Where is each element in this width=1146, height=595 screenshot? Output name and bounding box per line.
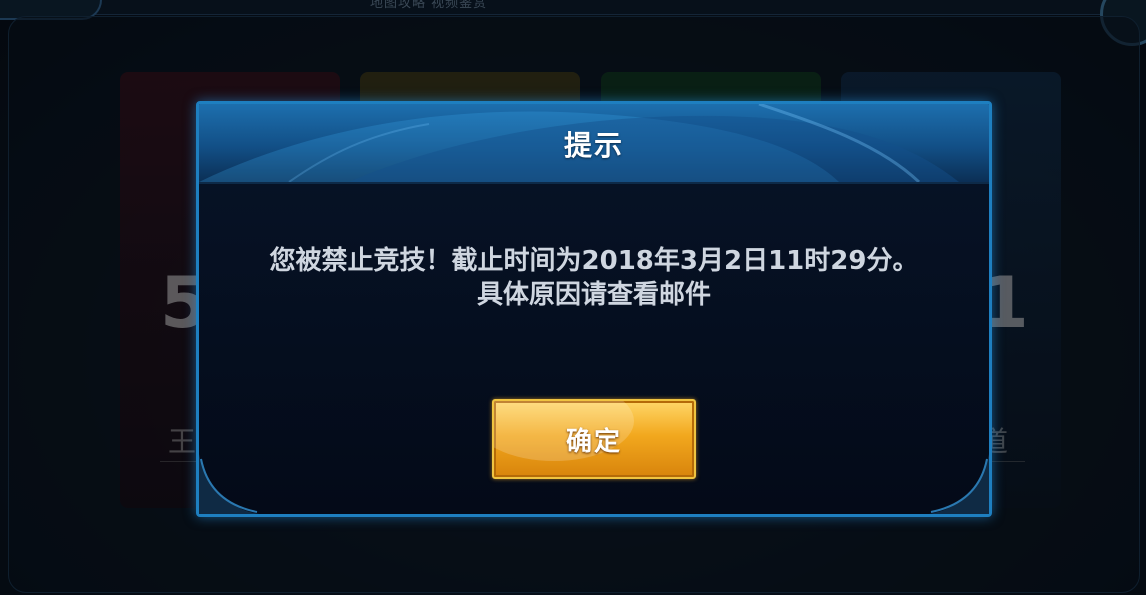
confirm-button[interactable]: 确定 [492, 399, 696, 479]
dialog-header: 提示 [199, 104, 989, 182]
ban-message-line-2: 具体原因请查看邮件 [476, 280, 711, 310]
confirm-button-label: 确定 [565, 427, 622, 457]
ban-message: 您被禁止竞技！截止时间为2018年3月2日11时29分。 具体原因请查看邮件 [199, 244, 989, 312]
ban-message-line-1: 您被禁止竞技！截止时间为2018年3月2日11时29分。 [269, 246, 919, 276]
ban-notice-dialog: 提示 您被禁止竞技！截止时间为2018年3月2日11时29分。 具体原因请查看邮… [196, 101, 992, 517]
corner-right-decoration [929, 454, 989, 514]
dialog-title: 提示 [563, 129, 624, 162]
corner-left-decoration [199, 454, 259, 514]
